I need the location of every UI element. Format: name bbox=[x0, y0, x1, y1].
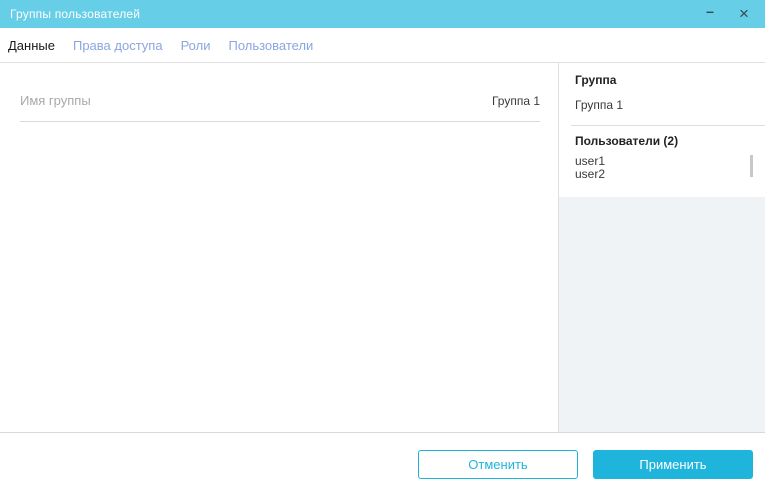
group-name-value: Группа 1 bbox=[491, 94, 540, 108]
group-name-placeholder: Имя группы bbox=[20, 93, 91, 108]
users-list: user1 user2 bbox=[575, 155, 749, 181]
tab-data[interactable]: Данные bbox=[8, 38, 55, 53]
tab-access-rights[interactable]: Права доступа bbox=[73, 38, 163, 53]
cancel-button[interactable]: Отменить bbox=[418, 450, 578, 479]
summary-sidebar: Группа Группа 1 Пользователи (2) user1 u… bbox=[559, 63, 765, 432]
group-summary-section: Группа Группа 1 bbox=[559, 63, 765, 125]
tab-roles[interactable]: Роли bbox=[181, 38, 211, 53]
tab-bar: Данные Права доступа Роли Пользователи bbox=[0, 28, 765, 62]
content-area: Имя группы Группа 1 Группа Группа 1 Поль… bbox=[0, 62, 765, 432]
list-item: user2 bbox=[575, 167, 606, 181]
tab-users[interactable]: Пользователи bbox=[228, 38, 313, 53]
main-panel: Имя группы Группа 1 bbox=[0, 63, 558, 432]
summary-card: Группа Группа 1 Пользователи (2) user1 u… bbox=[559, 63, 765, 197]
footer-bar: Отменить Применить bbox=[0, 432, 765, 491]
minimize-icon[interactable]: – bbox=[693, 0, 727, 28]
group-name-field[interactable]: Имя группы Группа 1 bbox=[20, 93, 540, 122]
apply-button[interactable]: Применить bbox=[593, 450, 753, 479]
window-controls: – × bbox=[693, 0, 761, 28]
group-section-title: Группа bbox=[575, 73, 617, 87]
window-title: Группы пользователей bbox=[10, 7, 141, 21]
title-bar: Группы пользователей – × bbox=[0, 0, 765, 28]
users-section-title: Пользователи (2) bbox=[575, 134, 679, 148]
scrollbar-thumb[interactable] bbox=[750, 155, 753, 177]
group-section-value: Группа 1 bbox=[575, 98, 624, 112]
close-icon[interactable]: × bbox=[727, 0, 761, 28]
users-summary-section: Пользователи (2) user1 user2 bbox=[559, 126, 765, 197]
